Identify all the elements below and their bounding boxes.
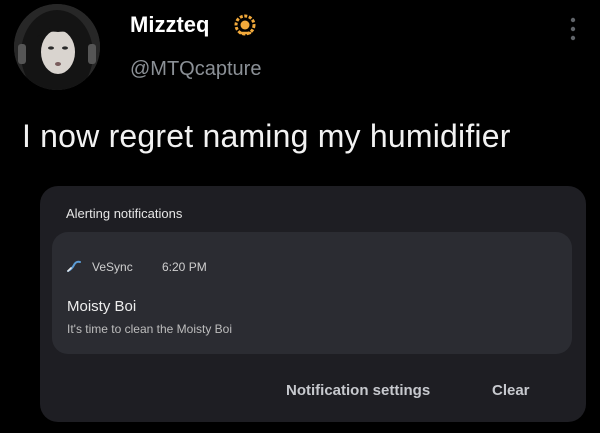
notification-title: Moisty Boi [67,298,137,315]
avatar[interactable] [14,4,100,90]
vesync-app-icon [67,260,81,272]
app-name: VeSync [92,260,133,274]
handle[interactable]: @MTQcapture [130,58,261,81]
sunflower-icon [234,14,256,36]
notification-panel: Alerting notifications VeSync 6:20 PM Mo… [40,186,586,422]
tweet-text: I now regret naming my humidifier [22,118,511,154]
display-name[interactable]: Mizzteq [130,12,209,38]
avatar-image [14,4,100,90]
notification-settings-button[interactable]: Notification settings [286,382,430,399]
notification-body: It's time to clean the Moisty Boi [67,322,233,336]
clear-button[interactable]: Clear [492,382,530,399]
notification-card[interactable]: VeSync 6:20 PM Moisty Boi It's time to c… [52,232,572,354]
more-vertical-icon[interactable] [566,14,580,44]
panel-header: Alerting notifications [66,206,183,221]
tweet: Mizzteq @MTQcapture I now regret naming … [0,0,600,433]
notification-time: 6:20 PM [162,260,207,274]
